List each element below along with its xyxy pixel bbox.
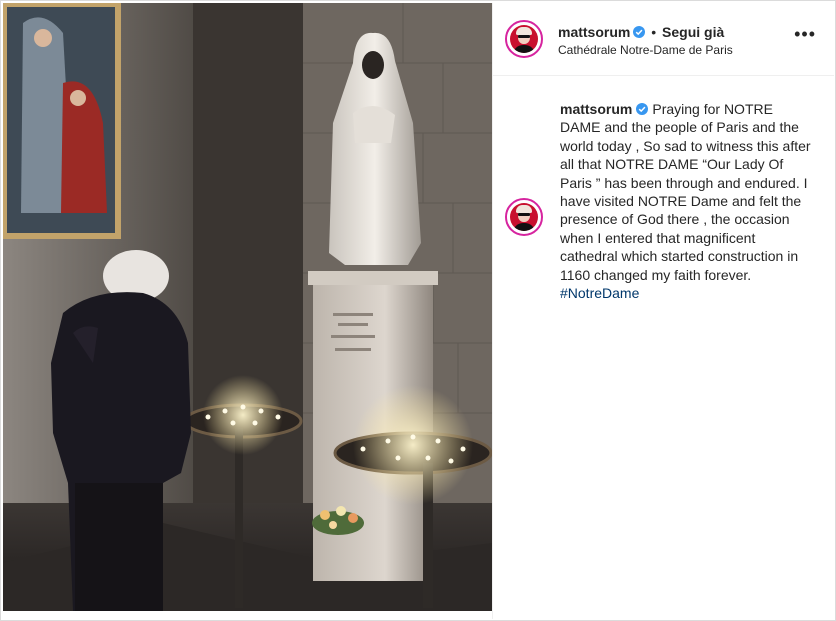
post-sidebar: mattsorum • Segui già Cathédrale Notre-D…: [492, 3, 834, 619]
caption-author-avatar[interactable]: [505, 198, 543, 236]
verified-badge-icon: [633, 26, 646, 38]
header-user-line: mattsorum • Segui già: [558, 24, 724, 40]
instagram-post: mattsorum • Segui già Cathédrale Notre-D…: [0, 0, 836, 621]
post-photo[interactable]: [3, 3, 492, 611]
post-caption: mattsorum Praying for NOTRE DAME and the …: [560, 100, 812, 302]
notre-dame-statue-photo: [3, 3, 492, 611]
verified-badge-icon: [636, 103, 649, 115]
avatar-image: [510, 203, 538, 231]
follow-status-button[interactable]: Segui già: [662, 24, 724, 40]
hashtag-link[interactable]: #NotreDame: [560, 285, 639, 301]
author-avatar[interactable]: [505, 20, 543, 58]
post-header: mattsorum • Segui già Cathédrale Notre-D…: [493, 3, 834, 76]
avatar-image: [510, 25, 538, 53]
author-username[interactable]: mattsorum: [558, 24, 630, 40]
more-options-icon[interactable]: •••: [794, 25, 816, 43]
separator-dot: •: [647, 24, 661, 40]
caption-username[interactable]: mattsorum: [560, 101, 632, 117]
post-location[interactable]: Cathédrale Notre-Dame de Paris: [558, 43, 733, 57]
caption-text: Praying for NOTRE DAME and the people of…: [560, 101, 811, 283]
